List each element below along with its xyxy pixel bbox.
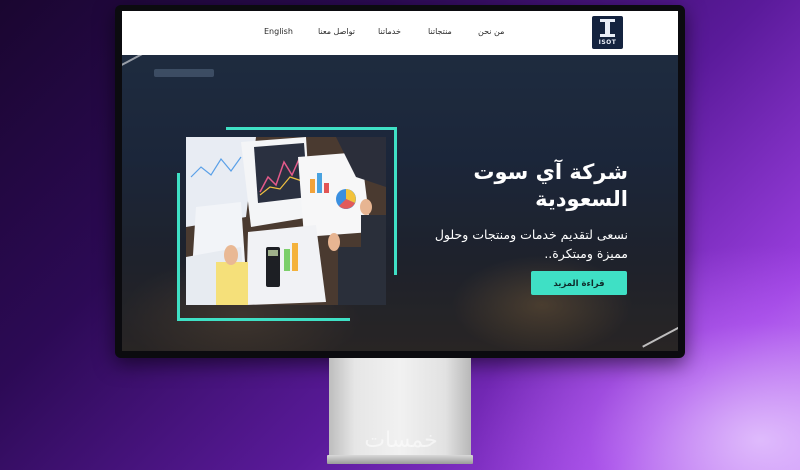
blurred-element — [154, 69, 214, 77]
site-logo[interactable]: ISOT — [592, 16, 623, 49]
logo-text: ISOT — [598, 39, 617, 46]
site-header: ISOT من نحن منتجاتنا خدماتنا تواصل معنا … — [122, 11, 678, 55]
hero-title-line-1: شركة آي سوت — [473, 160, 628, 184]
monitor: ISOT من نحن منتجاتنا خدماتنا تواصل معنا … — [115, 5, 685, 358]
nav-language-english[interactable]: English — [264, 27, 293, 36]
nav-products[interactable]: منتجاتنا — [428, 27, 452, 36]
hero-subtitle-line-1: نسعى لتقديم خدمات ومنتجات وحلول — [434, 227, 628, 242]
nav-contact[interactable]: تواصل معنا — [318, 27, 355, 36]
business-charts-illustration — [186, 137, 386, 305]
i-beam-icon — [600, 19, 615, 37]
hero-subtitle: نسعى لتقديم خدمات ومنتجات وحلول مميزة وم… — [402, 225, 628, 263]
hero-title-line-2: السعودية — [535, 187, 628, 211]
hero-section: شركة آي سوت السعودية نسعى لتقديم خدمات و… — [122, 53, 678, 351]
nav-services[interactable]: خدماتنا — [378, 27, 401, 36]
nav-about[interactable]: من نحن — [478, 27, 504, 36]
hero-title: شركة آي سوت السعودية — [402, 159, 628, 213]
hero-subtitle-line-2: مميزة ومبتكرة.. — [544, 246, 628, 261]
monitor-stand-base — [327, 455, 473, 464]
watermark: خمسات — [364, 428, 438, 453]
hero-image — [186, 137, 386, 305]
website-screen: ISOT من نحن منتجاتنا خدماتنا تواصل معنا … — [122, 11, 678, 351]
read-more-button[interactable]: قراءة المزيد — [531, 271, 627, 295]
